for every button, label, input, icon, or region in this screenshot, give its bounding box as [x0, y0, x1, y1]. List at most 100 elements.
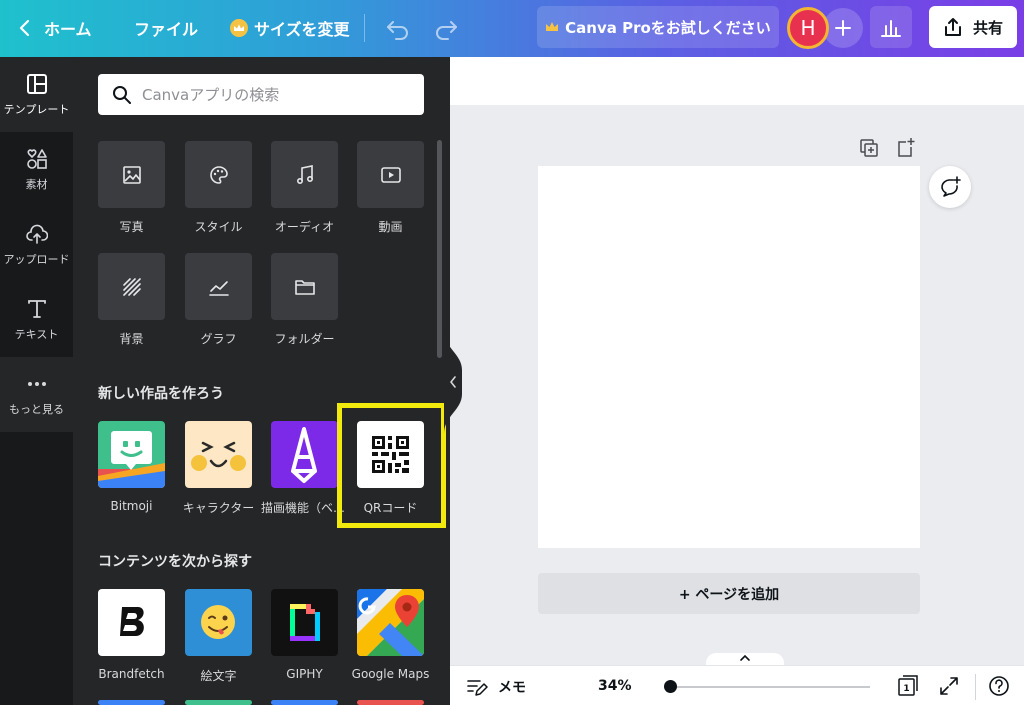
- rail-label: テキスト: [14, 327, 59, 341]
- rail-label: 素材: [25, 177, 48, 191]
- invite-plus-button[interactable]: [823, 8, 863, 48]
- crown-icon: [546, 22, 559, 31]
- tool-styles-tile[interactable]: [185, 141, 252, 208]
- insights-button[interactable]: [870, 6, 912, 48]
- more-icon: [27, 381, 46, 386]
- undo-icon[interactable]: [384, 14, 412, 42]
- character-app-tile[interactable]: [185, 421, 252, 488]
- elements-icon: [26, 148, 47, 169]
- share-button[interactable]: 共有: [929, 6, 1017, 48]
- app-label: 描画機能（ベータ版）: [261, 501, 348, 515]
- tool-background-tile[interactable]: [98, 253, 165, 320]
- winking-emoji-icon: [201, 605, 235, 639]
- bitmoji-app-tile[interactable]: [98, 421, 165, 488]
- giphy-app-tile[interactable]: [271, 589, 338, 656]
- chevron-left-icon: [19, 19, 30, 37]
- photo-icon: [122, 165, 141, 184]
- rail-item-more[interactable]: もっと見る: [0, 357, 73, 432]
- app-label: GIPHY: [286, 667, 323, 681]
- add-page-icon[interactable]: [893, 136, 917, 160]
- notes-pen-icon: [467, 680, 488, 696]
- home-button[interactable]: ホーム: [18, 8, 92, 48]
- editor-toolbar: [450, 57, 1024, 105]
- rail-item-elements[interactable]: 素材: [0, 132, 73, 207]
- design-page-canvas[interactable]: [538, 166, 920, 548]
- share-upload-icon: [944, 18, 961, 36]
- tool-label: フォルダー: [274, 332, 335, 346]
- home-label: ホーム: [44, 20, 92, 39]
- pen-nib-icon: [291, 427, 317, 483]
- qr-code-highlight-box: [337, 403, 446, 528]
- chart-icon: [208, 280, 229, 296]
- bar-chart-icon: [881, 20, 901, 37]
- top-bar: ホーム ファイル サイズを変更 Canva Proをお試しください H 共有: [0, 0, 1024, 57]
- tool-label: オーディオ: [274, 220, 335, 234]
- palette-icon: [209, 165, 228, 184]
- tool-audio-tile[interactable]: [271, 141, 338, 208]
- rail-item-uploads[interactable]: アップロード: [0, 207, 73, 282]
- collapse-panel-tab[interactable]: [444, 330, 462, 434]
- google-maps-app-tile[interactable]: [357, 589, 424, 656]
- zoom-level[interactable]: 34%: [598, 678, 632, 694]
- try-pro-label: Canva Proをお試しください: [565, 18, 771, 37]
- file-menu-button[interactable]: ファイル: [134, 8, 198, 48]
- rail-item-text[interactable]: テキスト: [0, 282, 73, 357]
- app-label: Brandfetch: [98, 667, 165, 681]
- draw-app-tile[interactable]: [271, 421, 338, 488]
- page-grid-icon[interactable]: 1: [896, 674, 920, 698]
- emoji-app-tile[interactable]: [185, 589, 252, 656]
- notes-button[interactable]: メモ: [466, 676, 526, 698]
- search-icon: [113, 85, 131, 104]
- resize-button[interactable]: サイズを変更: [230, 8, 350, 48]
- duplicate-page-icon[interactable]: [857, 136, 881, 160]
- tool-label: 写真: [119, 220, 144, 234]
- upload-icon: [25, 224, 48, 244]
- header-divider: [364, 14, 365, 42]
- resize-label: サイズを変更: [254, 20, 350, 39]
- create-section-title: 新しい作品を作ろう: [98, 386, 224, 402]
- page-count: 1: [903, 684, 909, 694]
- tool-folders-tile[interactable]: [271, 253, 338, 320]
- plus-icon: [835, 20, 851, 36]
- share-label: 共有: [972, 18, 1003, 37]
- tool-photos-tile[interactable]: [98, 141, 165, 208]
- rail-item-templates[interactable]: テンプレート: [0, 57, 73, 132]
- tool-video-tile[interactable]: [357, 141, 424, 208]
- redo-icon[interactable]: [432, 14, 460, 42]
- rail-label: テンプレート: [3, 102, 70, 116]
- chevron-up-icon: [740, 654, 750, 661]
- add-comment-button[interactable]: [929, 166, 971, 208]
- app-tile-partial: [98, 700, 165, 705]
- tool-label: スタイル: [194, 220, 243, 234]
- template-icon: [26, 73, 47, 94]
- panel-scrollbar[interactable]: [437, 140, 442, 358]
- app-label: Bitmoji: [110, 499, 153, 513]
- app-label: Google Maps: [351, 667, 430, 681]
- tool-label: 動画: [378, 220, 403, 234]
- app-search-box[interactable]: [98, 74, 424, 115]
- comment-plus-icon: [941, 176, 961, 197]
- discover-section-title: コンテンツを次から探す: [98, 554, 252, 570]
- notes-label: メモ: [498, 680, 526, 696]
- app-tile-partial: [185, 700, 252, 705]
- music-icon: [296, 164, 313, 184]
- bitmoji-logo-icon: [98, 431, 165, 488]
- crown-icon: [230, 19, 248, 37]
- add-page-button[interactable]: + ページを追加: [538, 573, 920, 614]
- app-tile-partial: [357, 700, 424, 705]
- search-input[interactable]: [142, 85, 402, 104]
- zoom-slider-track[interactable]: [668, 686, 870, 688]
- tool-label: 背景: [119, 332, 144, 346]
- help-icon[interactable]: [988, 675, 1010, 697]
- brandfetch-app-tile[interactable]: [98, 589, 165, 656]
- character-face-icon: [191, 441, 246, 471]
- google-maps-logo-icon: [357, 589, 424, 656]
- try-canva-pro-button[interactable]: Canva Proをお試しください: [537, 6, 779, 48]
- video-icon: [380, 166, 401, 183]
- tool-charts-tile[interactable]: [185, 253, 252, 320]
- app-label: 絵文字: [200, 669, 237, 683]
- fullscreen-icon[interactable]: [938, 675, 960, 697]
- avatar[interactable]: H: [787, 7, 829, 49]
- brandfetch-logo-icon: [120, 607, 144, 636]
- zoom-slider-handle[interactable]: [664, 680, 677, 693]
